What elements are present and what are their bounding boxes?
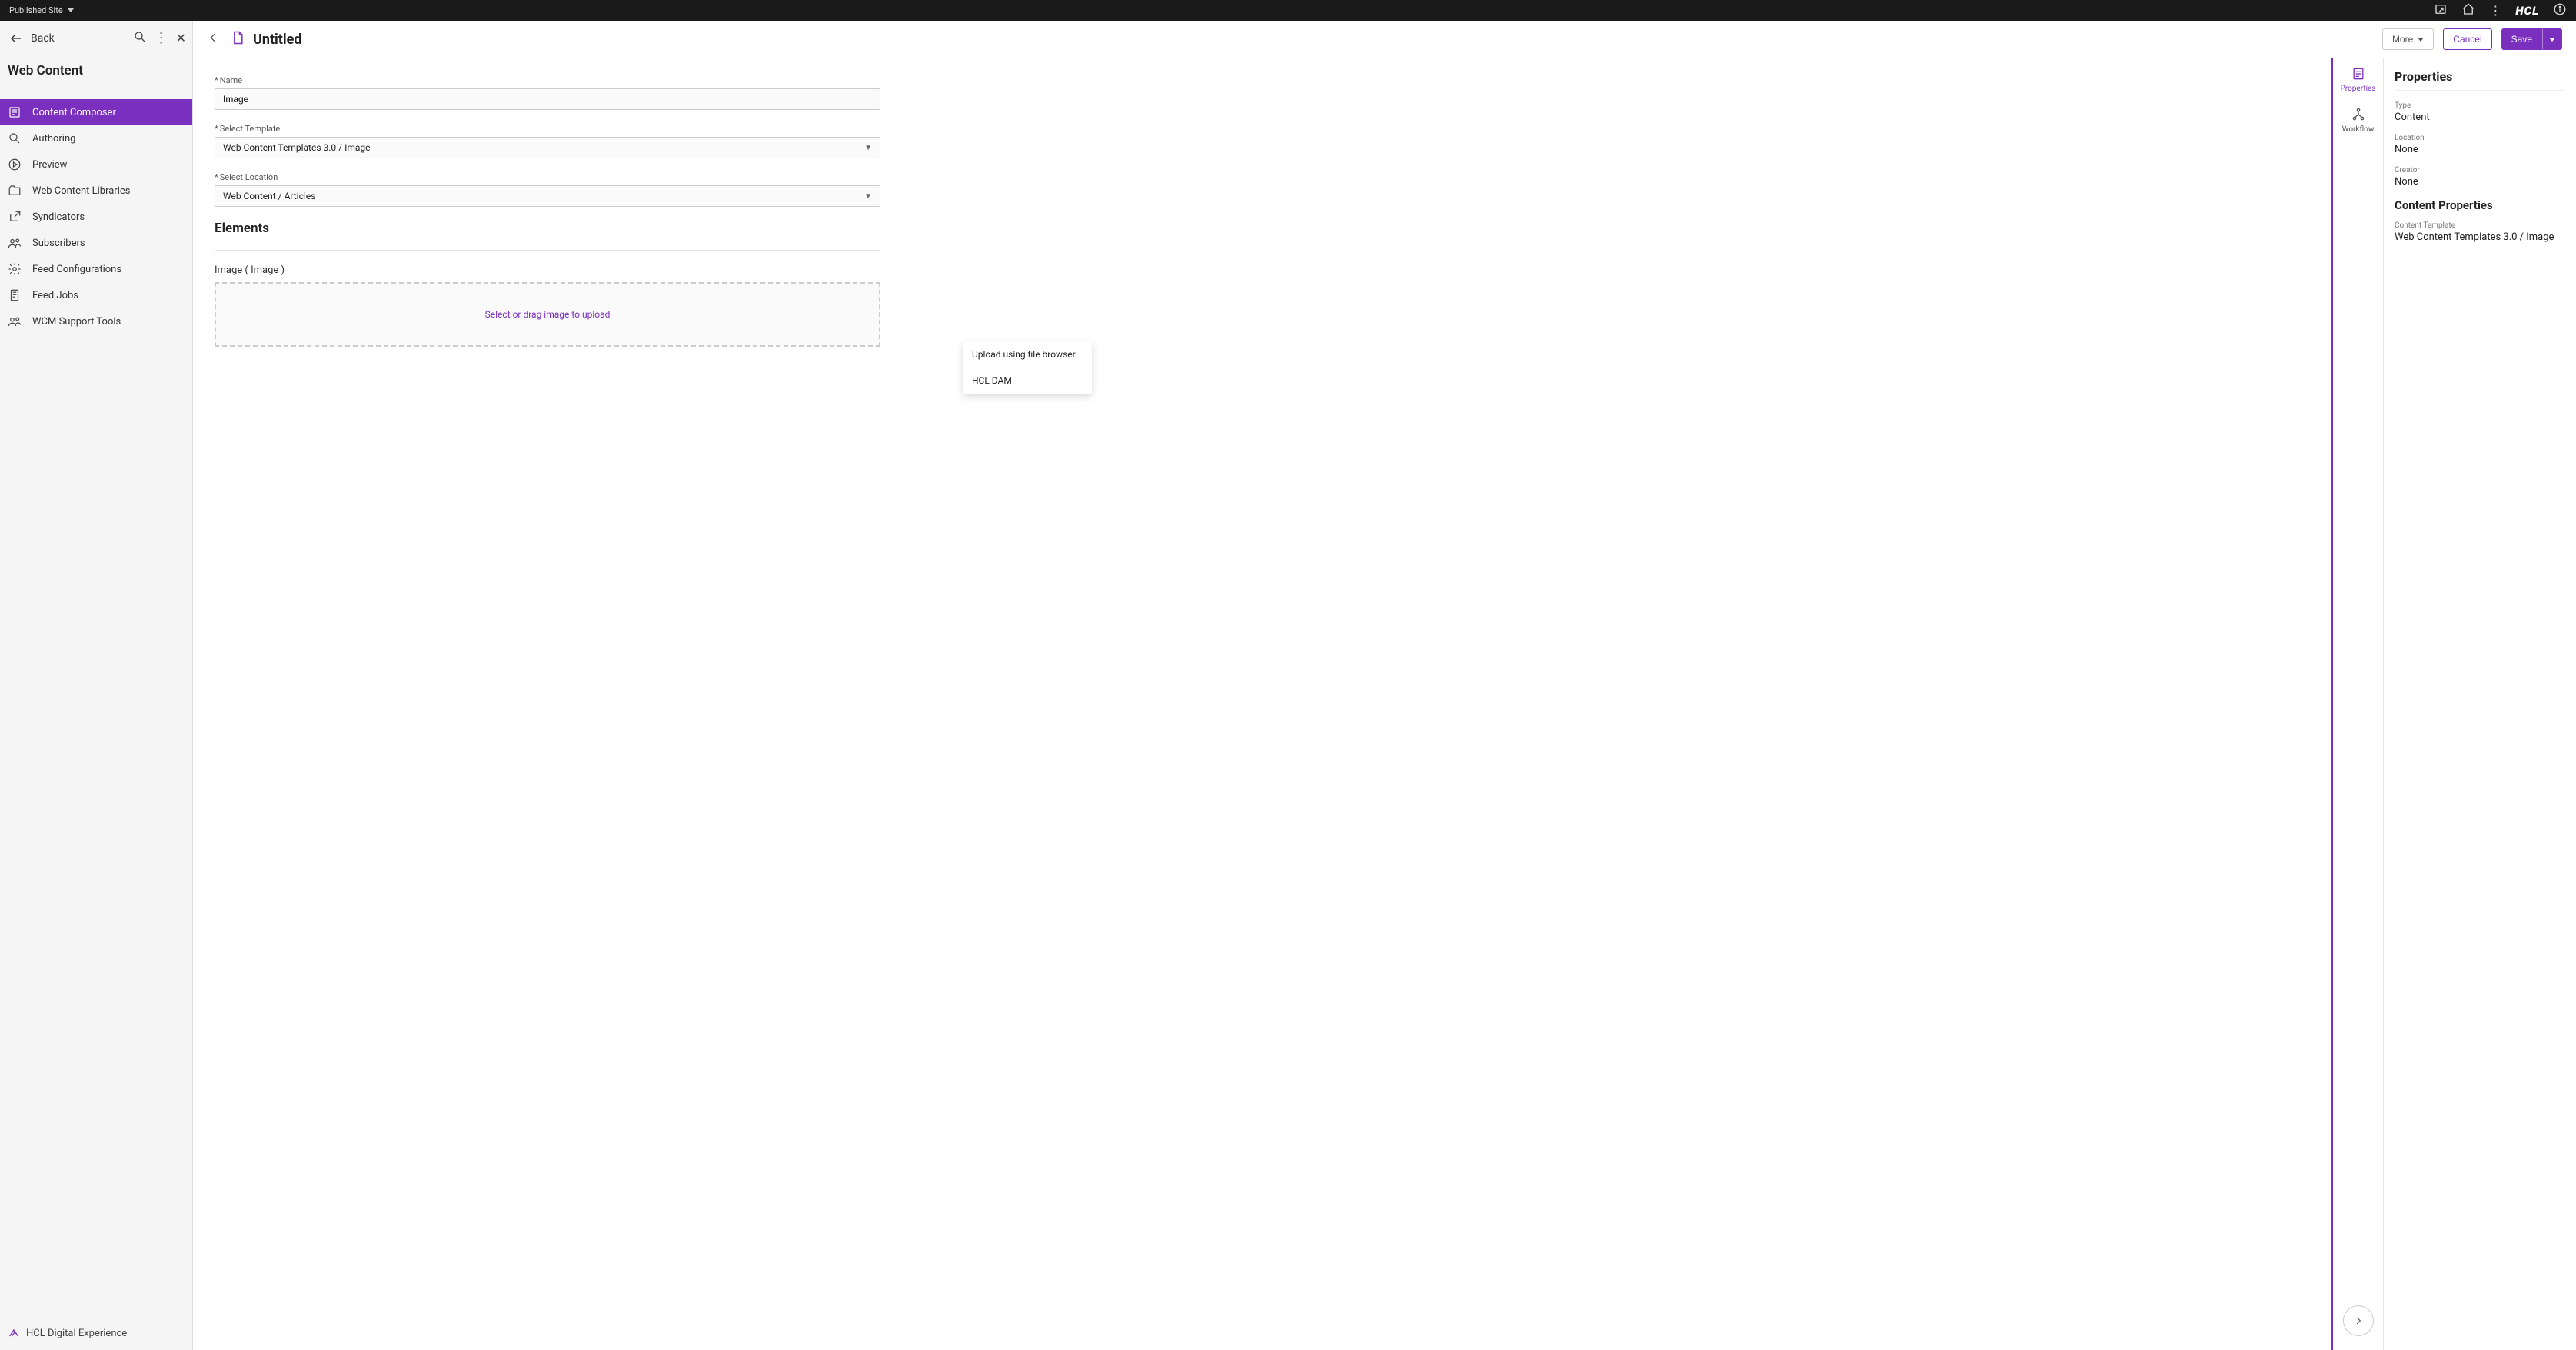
published-site-label: Published Site — [9, 5, 63, 15]
template-value: Web Content Templates 3.0 / Image — [223, 142, 371, 153]
content-header: Untitled More Cancel Save — [193, 21, 2576, 58]
hcl-logo: HCL — [2515, 4, 2539, 18]
prop-location-label: Location — [2395, 134, 2565, 142]
properties-panel: Properties Type Content Location None Cr… — [2383, 58, 2576, 1350]
content-template-value: Web Content Templates 3.0 / Image — [2395, 231, 2565, 243]
sidebar-item-wcm-support-tools[interactable]: WCM Support Tools — [0, 308, 192, 334]
location-select[interactable]: Web Content / Articles ▼ — [215, 185, 880, 207]
info-icon[interactable] — [2553, 2, 2567, 18]
sidebar-item-syndicators[interactable]: Syndicators — [0, 204, 192, 230]
sidebar-item-label: Feed Configurations — [32, 264, 121, 275]
content-back-button[interactable] — [204, 28, 222, 50]
chevron-down-icon: ▼ — [864, 144, 872, 152]
content-properties-title: Content Properties — [2395, 198, 2565, 212]
dropzone-text: Select or drag image to upload — [485, 309, 611, 320]
location-label: *Select Location — [215, 172, 2310, 182]
prop-type-value: Content — [2395, 111, 2565, 123]
sidebar-item-label: Syndicators — [32, 211, 85, 223]
prop-creator-label: Creator — [2395, 166, 2565, 175]
form-area: *Name *Select Template Web Content Templ… — [193, 58, 2331, 1350]
more-label: More — [2392, 34, 2413, 45]
overflow-menu-icon[interactable]: ⋮ — [155, 32, 168, 45]
sidebar-item-web-content-libraries[interactable]: Web Content Libraries — [0, 178, 192, 204]
name-input[interactable] — [215, 88, 880, 110]
right-rail: Properties Workflow — [2331, 58, 2383, 1350]
image-dropzone[interactable]: Select or drag image to upload — [215, 282, 880, 347]
sidebar-item-authoring[interactable]: Authoring — [0, 125, 192, 151]
close-icon[interactable]: ✕ — [176, 31, 186, 45]
chevron-down-icon — [2549, 38, 2555, 42]
more-icon[interactable]: ⋮ — [2489, 3, 2501, 18]
sidebar-item-label: Feed Jobs — [32, 290, 78, 301]
sidebar-menu: Content Composer Authoring Preview Web C… — [0, 88, 192, 334]
element-label: Image ( Image ) — [215, 264, 2310, 276]
chevron-down-icon: ▼ — [864, 192, 872, 201]
sidebar-item-feed-jobs[interactable]: Feed Jobs — [0, 282, 192, 308]
rail-expand-button[interactable] — [2343, 1305, 2374, 1336]
sidebar-item-label: Subscribers — [32, 238, 85, 249]
search-icon[interactable] — [133, 30, 147, 47]
sidebar-item-label: Preview — [32, 159, 67, 171]
sidebar-item-subscribers[interactable]: Subscribers — [0, 230, 192, 256]
template-select[interactable]: Web Content Templates 3.0 / Image ▼ — [215, 137, 880, 158]
sidebar-item-content-composer[interactable]: Content Composer — [0, 99, 192, 125]
properties-title: Properties — [2395, 69, 2565, 91]
location-value: Web Content / Articles — [223, 191, 315, 201]
sidebar-item-label: WCM Support Tools — [32, 316, 121, 328]
prop-location-value: None — [2395, 144, 2565, 155]
sidebar-item-feed-configurations[interactable]: Feed Configurations — [0, 256, 192, 282]
document-icon — [230, 30, 245, 48]
chevron-down-icon — [2418, 38, 2424, 42]
topbar-actions: ⋮ HCL — [2434, 2, 2567, 18]
sidebar-item-label: Content Composer — [32, 107, 116, 118]
upload-file-browser-option[interactable]: Upload using file browser — [963, 341, 1092, 367]
save-button[interactable]: Save — [2501, 28, 2542, 50]
sidebar-title: Web Content — [0, 55, 192, 88]
topbar: Published Site ⋮ HCL — [0, 0, 2576, 21]
save-label: Save — [2511, 34, 2532, 45]
cancel-button[interactable]: Cancel — [2443, 28, 2491, 50]
back-label: Back — [31, 32, 55, 45]
hcl-dam-option[interactable]: HCL DAM — [963, 367, 1092, 394]
published-site-dropdown[interactable]: Published Site — [9, 5, 74, 15]
home-icon[interactable] — [2461, 2, 2475, 18]
sidebar: Back ⋮ ✕ Web Content Content Composer Au… — [0, 21, 193, 1350]
open-icon[interactable] — [2434, 2, 2448, 18]
name-label: *Name — [215, 75, 2310, 85]
footer-label: HCL Digital Experience — [26, 1328, 127, 1339]
more-button[interactable]: More — [2382, 28, 2434, 50]
template-label: *Select Template — [215, 124, 2310, 134]
rail-label: Workflow — [2342, 125, 2375, 134]
back-button[interactable]: Back — [6, 32, 127, 45]
rail-properties[interactable]: Properties — [2340, 66, 2375, 93]
rail-workflow[interactable]: Workflow — [2342, 107, 2375, 134]
elements-title: Elements — [215, 221, 2310, 236]
sidebar-item-label: Web Content Libraries — [32, 185, 130, 197]
save-dropdown-button[interactable] — [2542, 28, 2562, 50]
sidebar-footer: HCL Digital Experience — [0, 1319, 192, 1350]
upload-popup: Upload using file browser HCL DAM — [963, 341, 1092, 394]
content-template-label: Content Template — [2395, 221, 2565, 230]
prop-type-label: Type — [2395, 101, 2565, 110]
rail-label: Properties — [2340, 85, 2375, 93]
sidebar-item-preview[interactable]: Preview — [0, 151, 192, 178]
sidebar-item-label: Authoring — [32, 133, 75, 145]
prop-creator-value: None — [2395, 176, 2565, 188]
cancel-label: Cancel — [2453, 34, 2481, 45]
page-title: Untitled — [253, 32, 302, 48]
chevron-down-icon — [68, 8, 74, 12]
divider — [215, 250, 880, 251]
